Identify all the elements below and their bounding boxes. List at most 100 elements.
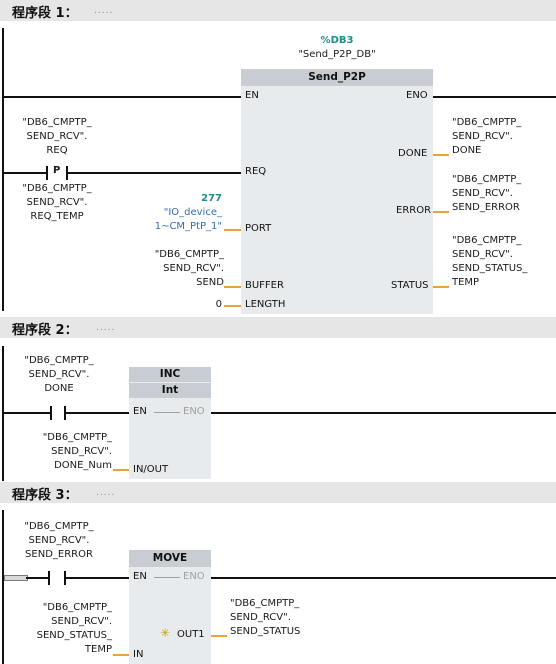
port-operand[interactable]: "IO_device_ 1~CM_PtP_1" [110,206,222,234]
error-line1: "DB6_CMPTP_ [452,174,522,185]
pin-req: REQ [245,166,267,177]
net2-wire-left [4,412,50,414]
net3-contact-line2: SEND_RCV". [28,535,90,546]
move-in-line3: SEND_STATUS_ [36,630,112,641]
move-pin-out1: OUT1 [177,629,205,640]
network-fold-handle[interactable] [4,575,28,581]
pin-eno: ENO [406,90,428,101]
network-1-comment[interactable]: ..... [94,6,113,16]
left-power-rail-1 [2,28,4,311]
error-stub [433,211,449,213]
pin-done: DONE [398,148,428,159]
req-temp-line3: REQ_TEMP [30,211,84,222]
move-out1-line2: SEND_RCV". [230,612,291,623]
p-contact-label: P [53,165,61,176]
en-wire [4,96,241,98]
move-out1-line1: "DB6_CMPTP_ [230,598,300,609]
eno-wire [433,96,553,98]
length-value[interactable]: 0 [200,298,222,312]
network-1-header[interactable]: 程序段 1： ..... [0,0,556,21]
move-in-stub [113,654,129,656]
port-operand-line1: "IO_device_ [163,207,222,218]
done-line2: SEND_RCV". [452,131,513,142]
move-block-title: MOVE [129,550,211,567]
inc-inout-operand[interactable]: "DB6_CMPTP_ SEND_RCV". DONE_Num [20,431,112,473]
req-operand-line3: REQ [46,145,68,156]
status-line4: TEMP [452,277,480,288]
pin-buffer: BUFFER [245,280,284,291]
buffer-stub [224,286,241,288]
move-en-eno-link [154,577,180,578]
req-operand[interactable]: "DB6_CMPTP_ SEND_RCV". REQ [10,116,104,158]
net2-contact-operand[interactable]: "DB6_CMPTP_ SEND_RCV". DONE [12,354,106,396]
status-line1: "DB6_CMPTP_ [452,235,522,246]
inc-block[interactable]: INC Int [129,367,211,479]
send-p2p-block[interactable]: Send_P2P [241,69,433,314]
pin-en: EN [245,90,259,101]
network-1-title: 程序段 1： [12,6,78,21]
p-contact-left-bar [46,166,48,180]
pin-error: ERROR [396,205,432,216]
network-3-header[interactable]: 程序段 3： ..... [0,482,556,503]
network-3-title: 程序段 3： [12,488,78,503]
error-operand[interactable]: "DB6_CMPTP_ SEND_RCV". SEND_ERROR [452,173,552,215]
net2-wire-right [66,412,129,414]
req-temp-line1: "DB6_CMPTP_ [22,183,92,194]
inc-block-title: INC [129,367,211,382]
net2-contact-left-bar [50,406,52,420]
add-output-star-icon[interactable]: ✳ [160,626,170,640]
buffer-operand[interactable]: "DB6_CMPTP_ SEND_RCV". SEND [120,248,224,290]
inc-inout-line2: SEND_RCV". [51,446,112,457]
net3-contact-operand[interactable]: "DB6_CMPTP_ SEND_RCV". SEND_ERROR [12,520,106,562]
port-operand-line2: 1~CM_PtP_1" [154,221,222,232]
inc-block-type[interactable]: Int [129,383,211,398]
buffer-line1: "DB6_CMPTP_ [154,249,224,260]
instance-db-name[interactable]: "Send_P2P_DB" [280,48,394,62]
buffer-line2: SEND_RCV". [163,263,224,274]
move-pin-in: IN [133,649,144,660]
req-wire-right [68,172,241,174]
net2-eno-wire [211,412,553,414]
net2-contact-line3: DONE [44,383,74,394]
net3-eno-wire [211,577,553,579]
network-2-header[interactable]: 程序段 2： ..... [0,317,556,338]
net3-wire-left [26,577,48,579]
move-in-operand[interactable]: "DB6_CMPTP_ SEND_RCV". SEND_STATUS_ TEMP [18,601,112,657]
pin-port: PORT [245,223,272,234]
left-power-rail-3 [2,510,4,664]
port-stub [224,229,241,231]
net3-contact-line3: SEND_ERROR [25,549,93,560]
net3-contact-left-bar [48,571,50,585]
inc-pin-eno: ENO [183,406,205,417]
network-3-comment[interactable]: ..... [96,488,115,498]
move-pin-eno: ENO [183,571,205,582]
error-line3: SEND_ERROR [452,202,520,213]
net3-contact-line1: "DB6_CMPTP_ [24,521,94,532]
status-line3: SEND_STATUS_ [452,263,528,274]
error-line2: SEND_RCV". [452,188,513,199]
req-wire-left [4,172,46,174]
instance-db-number[interactable]: %DB3 [300,34,374,48]
req-temp-line2: SEND_RCV". [26,197,88,208]
done-line1: "DB6_CMPTP_ [452,117,522,128]
buffer-line3: SEND [196,277,224,288]
net2-contact-line2: SEND_RCV". [28,369,90,380]
done-operand[interactable]: "DB6_CMPTP_ SEND_RCV". DONE [452,116,552,158]
status-operand[interactable]: "DB6_CMPTP_ SEND_RCV". SEND_STATUS_ TEMP [452,234,552,290]
move-in-line1: "DB6_CMPTP_ [42,602,112,613]
req-temp-operand[interactable]: "DB6_CMPTP_ SEND_RCV". REQ_TEMP [10,182,104,224]
inc-pin-en: EN [133,406,147,417]
net3-wire-right [66,577,129,579]
network-2-comment[interactable]: ..... [96,323,115,333]
port-value[interactable]: 277 [160,192,222,206]
net2-contact-line1: "DB6_CMPTP_ [24,355,94,366]
inc-en-eno-link [154,412,180,413]
req-operand-line2: SEND_RCV". [26,131,88,142]
length-stub [224,305,241,307]
done-stub [433,154,449,156]
move-block[interactable]: MOVE [129,550,211,664]
send-p2p-block-title: Send_P2P [241,69,433,86]
move-out1-operand[interactable]: "DB6_CMPTP_ SEND_RCV". SEND_STATUS [230,597,330,639]
inc-inout-stub [113,469,129,471]
req-operand-line1: "DB6_CMPTP_ [22,117,92,128]
